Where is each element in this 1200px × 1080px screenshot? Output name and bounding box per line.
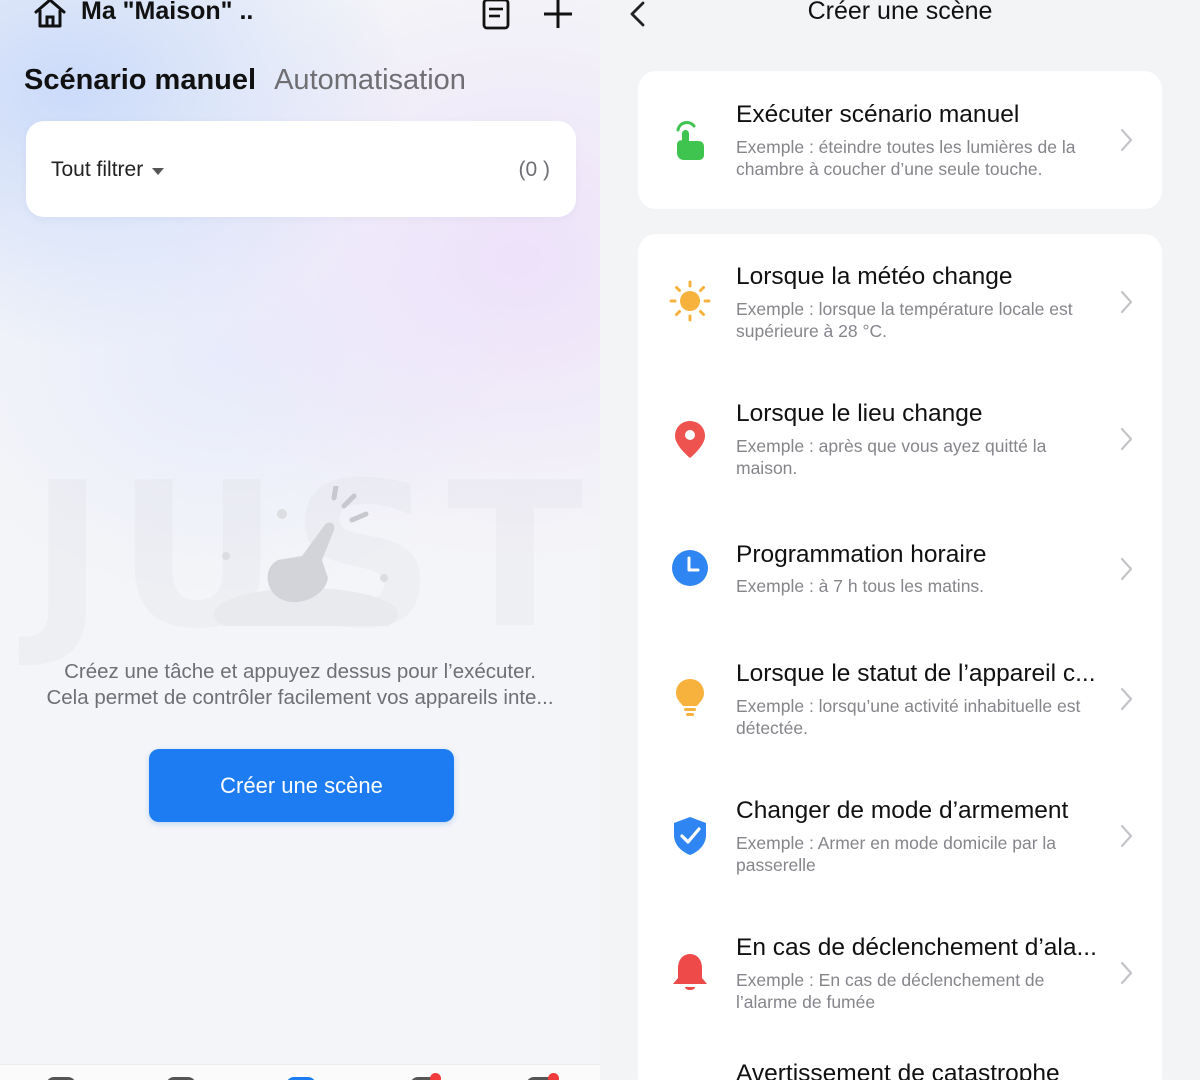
- notification-dot-icon: [548, 1073, 559, 1080]
- condition-title: Programmation horaire: [736, 541, 987, 568]
- condition-description: Exemple : éteindre toutes les lumières d…: [736, 137, 1076, 179]
- bottom-navigation: [0, 1064, 600, 1080]
- automation-conditions-card: Lorsque la météo change Exemple : lorsqu…: [638, 234, 1162, 1080]
- condition-description: Exemple : lorsque la température locale …: [736, 299, 1073, 341]
- lightbulb-icon: [676, 679, 704, 716]
- shield-check-icon: [674, 817, 706, 855]
- home-selector[interactable]: Ma "Maison" ..: [81, 0, 253, 26]
- condition-description: Exemple : à 7 h tous les matins.: [736, 576, 985, 596]
- chevron-right-icon: [1120, 427, 1133, 451]
- condition-item-location[interactable]: Lorsque le lieu change Exemple : après q…: [638, 371, 1162, 509]
- scenes-screen: JUST GEEK Ma "Maison" .. Scénario manuel…: [0, 0, 600, 1080]
- chevron-right-icon: [1120, 961, 1133, 985]
- caret-down-icon: [152, 167, 165, 175]
- location-pin-icon: [675, 421, 705, 458]
- document-icon[interactable]: [481, 0, 511, 30]
- condition-item-arming-mode[interactable]: Changer de mode d’armement Exemple : Arm…: [638, 772, 1162, 910]
- filter-card: Tout filtrer (0 ): [26, 121, 576, 217]
- home-icon[interactable]: [32, 0, 68, 29]
- page-title: Créer une scène: [807, 0, 993, 25]
- condition-item-weather[interactable]: Lorsque la météo change Exemple : lorsqu…: [638, 234, 1162, 372]
- create-scene-screen: Créer une scène Exécuter scénario manuel…: [600, 0, 1200, 1080]
- tab-automation[interactable]: Automatisation: [274, 64, 466, 97]
- condition-title: Lorsque le statut de l’appareil c...: [736, 660, 1096, 687]
- tab-manual-scenario[interactable]: Scénario manuel: [24, 64, 256, 97]
- tap-hand-illustration: [214, 486, 398, 626]
- condition-item-schedule[interactable]: Programmation horaire Exemple : à 7 h to…: [638, 508, 1162, 634]
- scene-tabs: Scénario manuel Automatisation: [24, 64, 466, 97]
- condition-item-disaster-warning[interactable]: Avertissement de catastrophe: [638, 1046, 1162, 1080]
- condition-title: Lorsque la météo change: [736, 263, 1013, 290]
- condition-description: Exemple : En cas de déclenchement de l’a…: [736, 970, 1045, 1012]
- empty-state-text: Créez une tâche et appuyez dessus pour l…: [46, 660, 554, 709]
- condition-title: Avertissement de catastrophe: [736, 1060, 1060, 1080]
- hand-tap-icon: [676, 121, 704, 160]
- condition-title: Changer de mode d’armement: [736, 797, 1069, 824]
- empty-state-message: Créez une tâche et appuyez dessus pour l…: [0, 659, 600, 711]
- scene-count: (0 ): [518, 158, 551, 181]
- filter-label: Tout filtrer: [51, 158, 144, 181]
- plus-icon[interactable]: [541, 0, 575, 30]
- condition-title: Exécuter scénario manuel: [736, 101, 1020, 128]
- top-bar: Ma "Maison" ..: [0, 0, 600, 34]
- condition-description: Exemple : lorsqu’une activité inhabituel…: [736, 696, 1081, 738]
- condition-description: Exemple : après que vous ayez quitté la …: [736, 436, 1047, 478]
- chevron-right-icon: [1120, 824, 1133, 848]
- condition-item-alarm-trigger[interactable]: En cas de déclenchement d’ala... Exemple…: [638, 910, 1162, 1048]
- create-scene-button[interactable]: Créer une scène: [149, 749, 454, 822]
- condition-item-device-status[interactable]: Lorsque le statut de l’appareil c... Exe…: [638, 634, 1162, 772]
- sun-icon: [669, 280, 711, 322]
- chevron-right-icon: [1120, 557, 1133, 581]
- chevron-right-icon: [1120, 687, 1133, 711]
- filter-dropdown[interactable]: Tout filtrer: [51, 158, 165, 182]
- clock-icon: [672, 550, 708, 586]
- notification-dot-icon: [430, 1073, 441, 1080]
- condition-description: Exemple : Armer en mode domicile par la …: [736, 833, 1056, 875]
- manual-scene-card: Exécuter scénario manuel Exemple : étein…: [638, 71, 1162, 209]
- condition-item-manual[interactable]: Exécuter scénario manuel Exemple : étein…: [638, 71, 1162, 209]
- condition-title: En cas de déclenchement d’ala...: [736, 934, 1097, 961]
- chevron-right-icon: [1120, 128, 1133, 152]
- bell-icon: [673, 954, 707, 990]
- condition-title: Lorsque le lieu change: [736, 400, 983, 427]
- chevron-right-icon: [1120, 290, 1133, 314]
